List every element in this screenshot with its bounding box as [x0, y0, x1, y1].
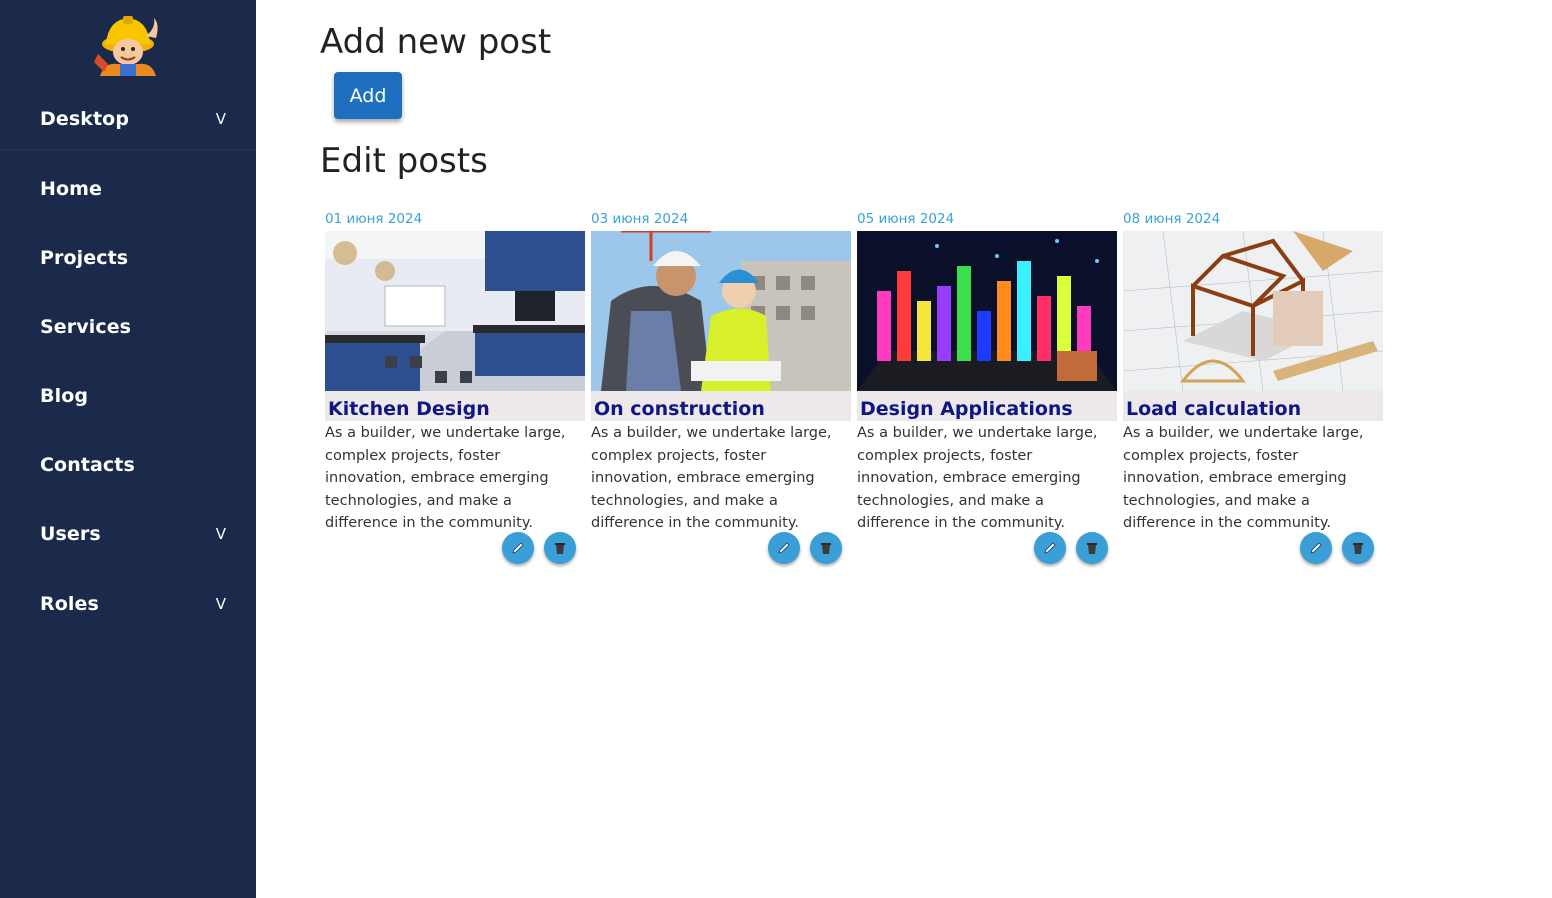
post-excerpt: As a builder, we undertake large, comple… — [591, 425, 832, 531]
trash-icon — [1353, 543, 1363, 554]
sidebar-item-label: Projects — [40, 247, 129, 269]
sidebar-item-projects[interactable]: Projects — [0, 228, 256, 288]
post-card: 01 июня 2024 Kitchen Design As a builder… — [325, 210, 585, 570]
kitchen-photo — [325, 231, 585, 391]
trash-icon — [555, 543, 565, 554]
post-card: 03 июня 2024 On construction As a builde… — [591, 210, 851, 570]
delete-post-button[interactable] — [1076, 532, 1108, 564]
sidebar-item-services[interactable]: Services — [0, 297, 256, 357]
pencil-icon — [1310, 542, 1322, 554]
delete-post-button[interactable] — [810, 532, 842, 564]
post-date: 05 июня 2024 — [857, 211, 955, 227]
post-excerpt: As a builder, we undertake large, comple… — [857, 425, 1098, 531]
post-card: 08 июня 2024 Load calculation As a build… — [1123, 210, 1383, 570]
chevron-down-icon[interactable]: V — [216, 595, 226, 613]
post-date: 01 июня 2024 — [325, 211, 423, 227]
edit-post-button[interactable] — [768, 532, 800, 564]
sidebar-item-blog[interactable]: Blog — [0, 366, 256, 426]
post-title[interactable]: Design Applications — [857, 391, 1117, 421]
post-title[interactable]: Kitchen Design — [325, 391, 585, 421]
neon-city-model-photo — [857, 231, 1117, 391]
sidebar-item-label: Home — [40, 178, 103, 200]
pencil-icon — [512, 542, 524, 554]
chevron-down-icon[interactable]: V — [216, 110, 226, 128]
sidebar-item-contacts[interactable]: Contacts — [0, 435, 256, 495]
sidebar-item-label: Desktop — [40, 108, 130, 130]
post-date: 08 июня 2024 — [1123, 211, 1221, 227]
post-card: 05 июня 2024 Design Applications As a bu… — [857, 210, 1117, 570]
delete-post-button[interactable] — [1342, 532, 1374, 564]
pencil-icon — [778, 542, 790, 554]
post-excerpt: As a builder, we undertake large, comple… — [1123, 425, 1364, 531]
edit-post-button[interactable] — [1034, 532, 1066, 564]
post-title[interactable]: Load calculation — [1123, 391, 1383, 421]
pencil-icon — [1044, 542, 1056, 554]
main-content: Add new post Add Edit posts 01 июня 2024 — [320, 0, 1552, 898]
edit-posts-heading: Edit posts — [320, 141, 488, 181]
sidebar-item-home[interactable]: Home — [0, 159, 256, 219]
trash-icon — [821, 543, 831, 554]
add-post-button[interactable]: Add — [334, 72, 402, 119]
edit-post-button[interactable] — [502, 532, 534, 564]
builder-mascot-icon[interactable] — [90, 14, 166, 76]
sidebar-item-users[interactable]: Users V — [0, 504, 256, 564]
trash-icon — [1087, 543, 1097, 554]
construction-workers-photo — [591, 231, 851, 391]
sidebar-item-label: Contacts — [40, 454, 135, 476]
post-title[interactable]: On construction — [591, 391, 851, 421]
post-excerpt: As a builder, we undertake large, comple… — [325, 425, 566, 531]
sidebar-item-label: Blog — [40, 385, 89, 407]
sidebar-item-label: Services — [40, 316, 132, 338]
sidebar-item-roles[interactable]: Roles V — [0, 574, 256, 634]
edit-post-button[interactable] — [1300, 532, 1332, 564]
sidebar: Desktop V Home Projects Services Blog Co… — [0, 0, 256, 898]
house-frame-blueprint-photo — [1123, 231, 1383, 391]
sidebar-item-desktop[interactable]: Desktop V — [0, 89, 256, 150]
sidebar-item-label: Roles — [40, 593, 99, 615]
chevron-down-icon[interactable]: V — [216, 525, 226, 543]
sidebar-item-label: Users — [40, 523, 101, 545]
add-post-heading: Add new post — [320, 22, 552, 62]
delete-post-button[interactable] — [544, 532, 576, 564]
post-date: 03 июня 2024 — [591, 211, 689, 227]
